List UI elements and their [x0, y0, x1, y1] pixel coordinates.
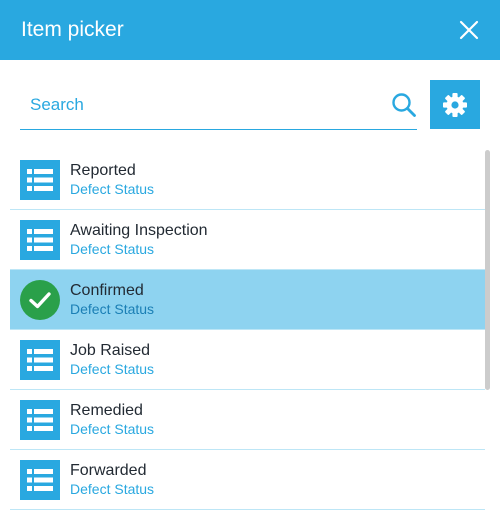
list-icon: [20, 460, 60, 500]
list-item[interactable]: Forwarded Defect Status: [10, 450, 485, 510]
item-subtitle: Defect Status: [70, 301, 155, 317]
item-title: Job Raised: [70, 342, 151, 359]
settings-button[interactable]: [430, 80, 480, 129]
list-item[interactable]: Reported Defect Status: [10, 150, 485, 210]
close-button[interactable]: [456, 17, 482, 43]
item-subtitle: Defect Status: [70, 361, 155, 377]
list-icon: [20, 160, 60, 200]
picker-header: Item picker: [0, 0, 500, 60]
close-icon: [459, 20, 479, 40]
search-icon: [392, 93, 416, 117]
item-title: Reported: [70, 162, 136, 179]
list-scrollbar[interactable]: [485, 150, 490, 390]
list-item-selected[interactable]: Confirmed Defect Status: [10, 270, 485, 330]
check-circle-icon: [20, 280, 60, 320]
list-item[interactable]: Job Raised Defect Status: [10, 330, 485, 390]
item-title: Forwarded: [70, 462, 147, 479]
item-list: Reported Defect Status Awaiting Inspecti…: [10, 150, 485, 530]
search-bar: [20, 80, 417, 130]
list-item[interactable]: Awaiting Inspection Defect Status: [10, 210, 485, 270]
search-button[interactable]: [391, 92, 417, 118]
list-icon: [20, 340, 60, 380]
item-subtitle: Defect Status: [70, 181, 155, 197]
item-title: Remedied: [70, 402, 143, 419]
gear-icon: [443, 92, 467, 117]
item-title: Awaiting Inspection: [70, 222, 208, 239]
picker-title: Item picker: [21, 18, 124, 41]
list-icon: [20, 220, 60, 260]
list-icon: [20, 400, 60, 440]
item-subtitle: Defect Status: [70, 421, 155, 437]
item-subtitle: Defect Status: [70, 241, 155, 257]
search-input[interactable]: [20, 80, 380, 129]
list-item[interactable]: Remedied Defect Status: [10, 390, 485, 450]
item-title: Confirmed: [70, 282, 144, 299]
item-subtitle: Defect Status: [70, 481, 155, 497]
